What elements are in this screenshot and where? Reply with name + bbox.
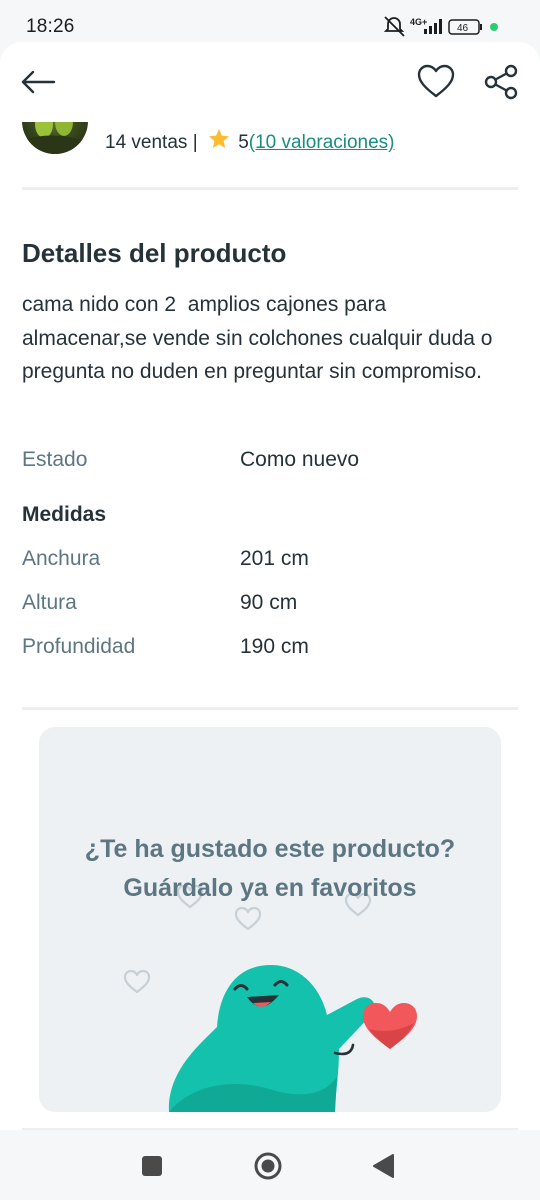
condition-value: Como nuevo xyxy=(240,448,360,471)
recents-button[interactable] xyxy=(134,1148,170,1184)
svg-text:46: 46 xyxy=(457,23,469,34)
depth-label: Profundidad xyxy=(22,635,136,658)
circle-home-icon xyxy=(254,1152,282,1180)
height-label: Altura xyxy=(22,591,77,614)
top-app-bar xyxy=(0,42,540,122)
star-icon xyxy=(208,129,229,148)
share-icon xyxy=(484,64,518,100)
condition-label: Estado xyxy=(22,448,88,471)
status-icons: 4G+ 46 xyxy=(382,14,512,40)
divider xyxy=(22,187,518,190)
heart-outline-icon xyxy=(417,64,455,98)
sales-count: 14 ventas xyxy=(105,132,188,153)
back-button[interactable] xyxy=(18,62,58,102)
mascot-illustration xyxy=(123,884,417,1112)
system-back-button[interactable] xyxy=(366,1148,402,1184)
triangle-back-icon xyxy=(373,1154,394,1178)
home-button[interactable] xyxy=(250,1148,286,1184)
product-sheet: 14 ventas | 5(10 valoraciones) Detalles … xyxy=(0,42,540,1130)
promo-cta-text: Guárdalo ya en favoritos xyxy=(123,874,417,902)
system-navigation-bar xyxy=(0,1130,540,1200)
stats-separator: | xyxy=(192,132,198,153)
promo-question: ¿Te ha gustado este producto? xyxy=(84,835,456,863)
width-value: 201 cm xyxy=(240,547,309,570)
width-label: Anchura xyxy=(22,547,101,570)
depth-value: 190 cm xyxy=(240,635,309,658)
status-time: 18:26 xyxy=(26,16,75,37)
square-icon xyxy=(142,1156,162,1176)
details-title: Detalles del producto xyxy=(22,238,287,268)
measures-heading: Medidas xyxy=(22,503,107,526)
network-label: 4G+ xyxy=(410,17,427,27)
red-heart-icon xyxy=(363,1003,417,1049)
divider xyxy=(22,707,518,710)
reviews-link[interactable]: (10 valoraciones) xyxy=(249,132,395,153)
height-value: 90 cm xyxy=(240,591,298,614)
arrow-left-icon xyxy=(21,70,56,94)
rating-value: 5 xyxy=(238,132,249,153)
seller-stats: 14 ventas | 5(10 valoraciones) xyxy=(105,127,395,154)
battery-icon: 46 xyxy=(448,19,482,35)
share-button[interactable] xyxy=(482,62,522,102)
product-description: cama nido con 2 amplios cajones para alm… xyxy=(22,293,499,383)
mute-icon xyxy=(383,16,405,37)
privacy-dot-icon xyxy=(490,23,498,31)
favorites-promo-card: ¿Te ha gustado este producto? Guárdalo y… xyxy=(39,727,501,1112)
mascot-icon xyxy=(168,965,375,1112)
favorite-button[interactable] xyxy=(416,62,456,102)
